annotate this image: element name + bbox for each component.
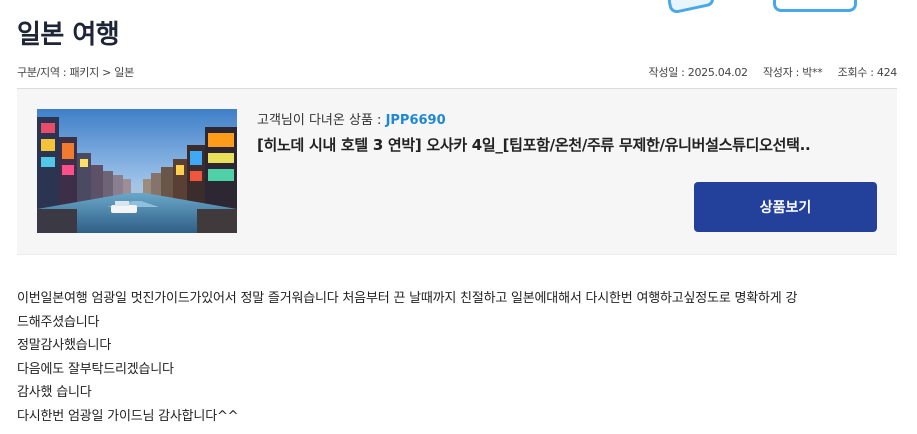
post-author: 작성자 : 박** (762, 66, 823, 79)
content-line: 이번일본여행 엄광일 멋진가이드가있어서 정말 즐거워습니다 처음부터 끈 날때… (17, 291, 798, 306)
product-subtitle-label: 고객님이 다녀온 상품 : (257, 113, 386, 128)
post-info: 작성일 : 2025.04.02 작성자 : 박** 조회수 : 424 (637, 64, 898, 80)
product-thumbnail[interactable] (37, 109, 237, 233)
content-line: 드해주셨습니다 (17, 314, 100, 330)
product-card: 고객님이 다녀온 상품 : JPP6690 [히노데 시내 호텔 3 연박] 오… (17, 89, 897, 255)
content-line: 감사했 습니다 (17, 385, 92, 401)
osaka-canal-photo (37, 109, 237, 233)
product-subtitle: 고객님이 다녀온 상품 : JPP6690 (257, 109, 446, 128)
review-content: 이번일본여행 엄광일 멋진가이드가있어서 정말 즐거워습니다 처음부터 끈 날때… (17, 287, 902, 429)
content-line: 다음에도 잘부탁드리겠습니다 (17, 361, 174, 377)
post-meta: 구분/지역 : 패키지 > 일본 작성일 : 2025.04.02 작성자 : … (17, 64, 897, 80)
page-title: 일본 여행 (17, 20, 120, 50)
product-name-link[interactable]: [히노데 시내 호텔 3 연박] 오사카 4일_[팁포함/온천/주류 무제한/유… (257, 134, 811, 155)
post-views: 조회수 : 424 (837, 66, 898, 79)
product-code: JPP6690 (385, 113, 446, 128)
content-line: 정말감사했습니다 (17, 338, 112, 354)
decorative-tag-shape (666, 0, 716, 15)
view-product-button[interactable]: 상품보기 (694, 182, 877, 232)
post-date: 작성일 : 2025.04.02 (648, 66, 749, 79)
breadcrumb: 구분/지역 : 패키지 > 일본 (17, 66, 134, 79)
content-line: 다시한번 엄광일 가이드님 감사합니다^^ (17, 408, 239, 424)
decorative-box-shape (773, 0, 857, 12)
